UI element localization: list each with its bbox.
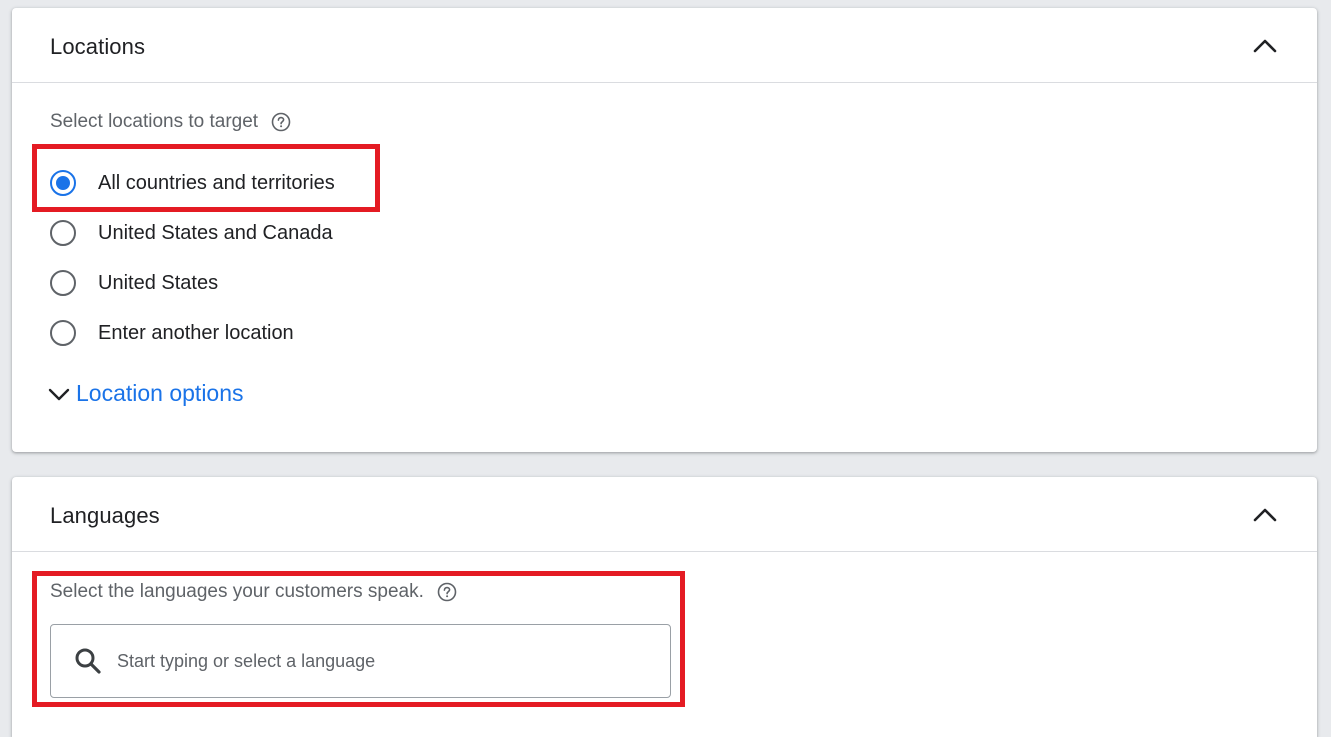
radio-other[interactable] <box>50 320 76 346</box>
languages-card: Languages Select the languages your cust… <box>12 477 1317 737</box>
radio-all-countries[interactable] <box>50 170 76 196</box>
languages-header[interactable]: Languages <box>12 477 1317 552</box>
locations-title: Locations <box>50 34 146 59</box>
languages-prompt: Select the languages your customers spea… <box>50 581 458 603</box>
languages-prompt-text: Select the languages your customers spea… <box>50 581 424 602</box>
language-search-input[interactable] <box>115 649 619 673</box>
location-options-label: Location options <box>76 380 244 406</box>
location-option-other[interactable]: Enter another location <box>50 315 294 351</box>
locations-prompt-text: Select locations to target <box>50 111 259 132</box>
chevron-up-icon <box>1253 39 1277 53</box>
locations-header[interactable]: Locations <box>12 8 1317 83</box>
languages-collapse-button[interactable] <box>1251 501 1279 529</box>
chevron-up-icon <box>1253 508 1277 522</box>
locations-card: Locations Select locations to target All… <box>12 8 1317 452</box>
location-option-all-countries[interactable]: All countries and territories <box>50 165 335 201</box>
radio-us-canada[interactable] <box>50 220 76 246</box>
radio-label: United States <box>98 271 219 294</box>
radio-label: All countries and territories <box>98 171 335 194</box>
chevron-down-icon <box>48 388 70 400</box>
location-option-us-canada[interactable]: United States and Canada <box>50 215 333 251</box>
search-icon <box>75 648 101 674</box>
location-option-us[interactable]: United States <box>50 265 218 301</box>
locations-collapse-button[interactable] <box>1251 32 1279 60</box>
radio-label: Enter another location <box>98 321 294 344</box>
radio-label: United States and Canada <box>98 221 333 244</box>
language-search-box[interactable] <box>50 624 671 698</box>
languages-title: Languages <box>50 503 160 528</box>
help-circle-icon[interactable] <box>436 581 458 603</box>
locations-prompt: Select locations to target <box>50 111 292 133</box>
help-circle-icon[interactable] <box>270 111 292 133</box>
radio-us[interactable] <box>50 270 76 296</box>
location-options-toggle[interactable]: Location options <box>46 380 244 407</box>
